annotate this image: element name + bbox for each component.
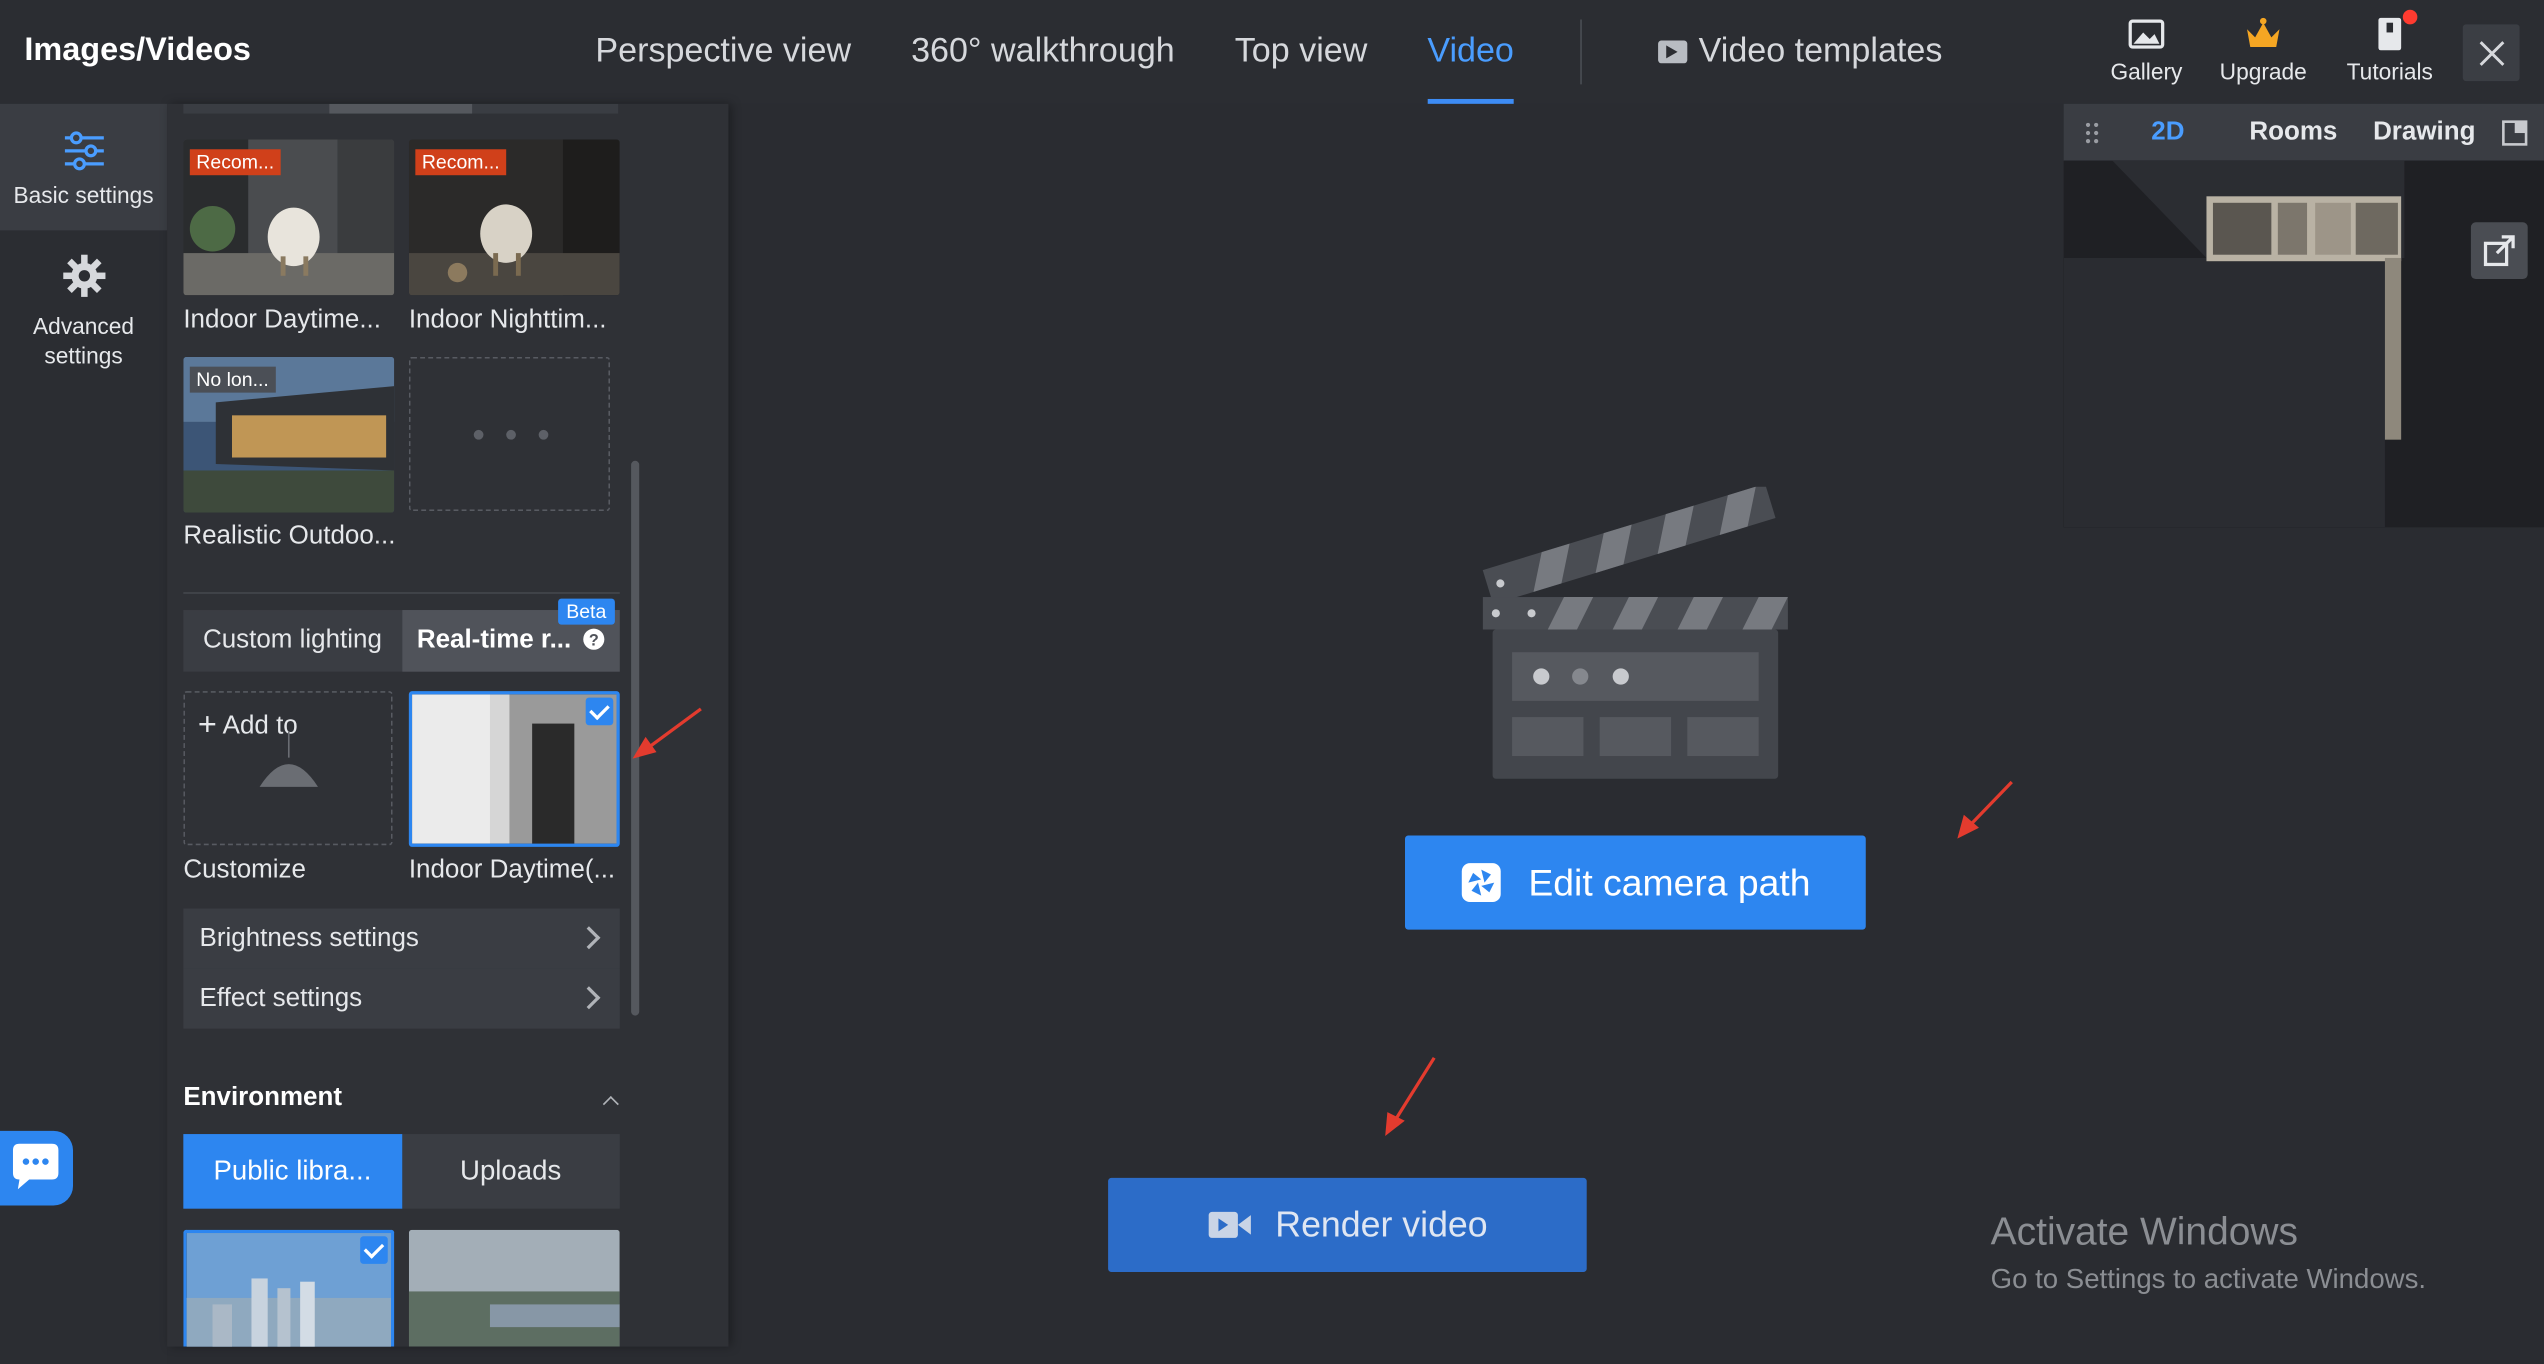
annotation-arrow [644,707,702,751]
annotation-arrow-head [1385,1112,1405,1137]
annotation-arrow [1966,780,2013,829]
app-window: Images/Videos Perspective view 360° walk… [0,0,2544,1364]
annotation-arrow-head [632,736,657,759]
annotation-arrow [1392,1056,1436,1124]
annotation-arrows [632,707,2013,1137]
